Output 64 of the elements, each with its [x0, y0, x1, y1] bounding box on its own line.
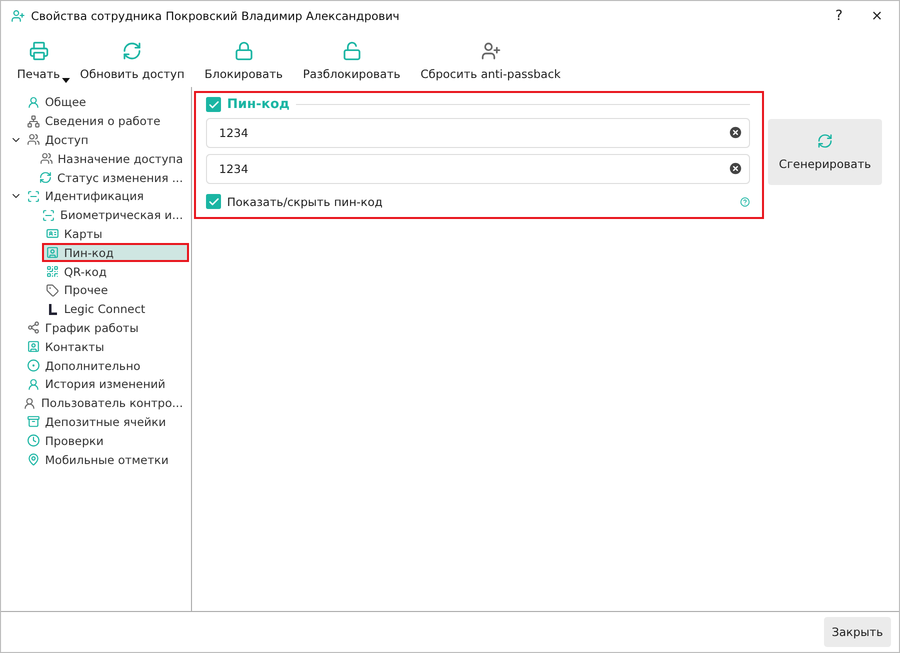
- sidebar-item[interactable]: QR-код: [42, 262, 189, 281]
- checkbox[interactable]: [206, 97, 221, 112]
- toolbar-icon: [480, 41, 501, 61]
- item-icon: [27, 378, 40, 391]
- sidebar-item[interactable]: Доступ: [23, 130, 189, 150]
- sidebar-item[interactable]: Назначение доступа: [36, 149, 189, 168]
- toolbar-icon: [28, 41, 49, 61]
- item-icon: [27, 453, 40, 466]
- item-icon: [27, 114, 40, 128]
- checkbox[interactable]: [206, 194, 221, 209]
- sidebar-item[interactable]: Сведения о работе: [23, 112, 189, 131]
- sidebar-item[interactable]: Дополнительно: [23, 356, 189, 375]
- item-icon: [27, 340, 40, 354]
- toolbar-button[interactable]: Печать: [9, 39, 68, 87]
- close-button[interactable]: ×: [861, 3, 893, 29]
- pin-field[interactable]: 1234: [206, 118, 750, 148]
- help-button[interactable]: ?: [823, 3, 855, 29]
- toolbar-icon: [342, 41, 362, 61]
- item-icon: [46, 246, 59, 260]
- toolbar-button[interactable]: Сбросить anti-passback: [412, 39, 569, 87]
- help-icon[interactable]: [740, 196, 750, 206]
- pin-field[interactable]: 1234: [206, 154, 750, 184]
- sidebar-item[interactable]: Статус изменения ...: [35, 168, 189, 187]
- item-icon: [27, 415, 40, 428]
- item-icon: [39, 171, 52, 184]
- item-icon: [42, 208, 56, 222]
- sidebar-item[interactable]: Общее: [23, 93, 189, 112]
- sidebar-item[interactable]: Мобильные отметки: [23, 450, 189, 469]
- sidebar-item[interactable]: Карты: [42, 224, 189, 244]
- window-title: Свойства сотрудника Покровский Владимир Александрович: [31, 9, 400, 23]
- user-icon: [11, 9, 25, 23]
- generate-button[interactable]: Сгенерировать: [768, 119, 882, 185]
- item-icon: [27, 96, 40, 109]
- item-icon: [46, 284, 59, 297]
- toolbar-button[interactable]: Разблокировать: [294, 39, 408, 87]
- toolbar-icon: [234, 41, 254, 61]
- item-icon: [27, 359, 40, 372]
- item-icon: [46, 227, 59, 240]
- sidebar-item[interactable]: История изменений: [23, 374, 189, 394]
- item-icon: [27, 434, 40, 448]
- sidebar-item[interactable]: Прочее: [42, 280, 189, 300]
- item-icon: [46, 265, 59, 278]
- toolbar-icon: [122, 41, 142, 61]
- sidebar-item[interactable]: Идентификация: [23, 186, 189, 206]
- refresh-icon: [817, 133, 833, 149]
- close-dialog-button[interactable]: Закрыть: [824, 617, 891, 647]
- item-icon: [27, 321, 40, 334]
- sidebar-item[interactable]: Биометрическая и...: [38, 206, 189, 225]
- sidebar-item[interactable]: Проверки: [23, 431, 189, 450]
- sidebar-item[interactable]: Депозитные ячейки: [23, 412, 189, 432]
- checkbox-label: Показать/скрыть пин-код: [227, 194, 384, 208]
- item-icon: [23, 396, 36, 410]
- sidebar-item[interactable]: График работы: [23, 318, 189, 338]
- sidebar-item[interactable]: Пин-код: [42, 243, 189, 262]
- section-title: Пин-код: [227, 97, 290, 112]
- item-icon: [27, 133, 40, 146]
- l-shape-icon: [46, 302, 59, 316]
- item-icon: [40, 152, 53, 166]
- toolbar-button[interactable]: Блокировать: [196, 39, 291, 87]
- sidebar-item[interactable]: Пользователь контро...: [19, 394, 189, 413]
- sidebar-item[interactable]: Legic Connect: [42, 300, 189, 319]
- toolbar-button[interactable]: Обновить доступ: [72, 39, 192, 87]
- sidebar-item[interactable]: Контакты: [23, 337, 189, 356]
- item-icon: [27, 190, 40, 203]
